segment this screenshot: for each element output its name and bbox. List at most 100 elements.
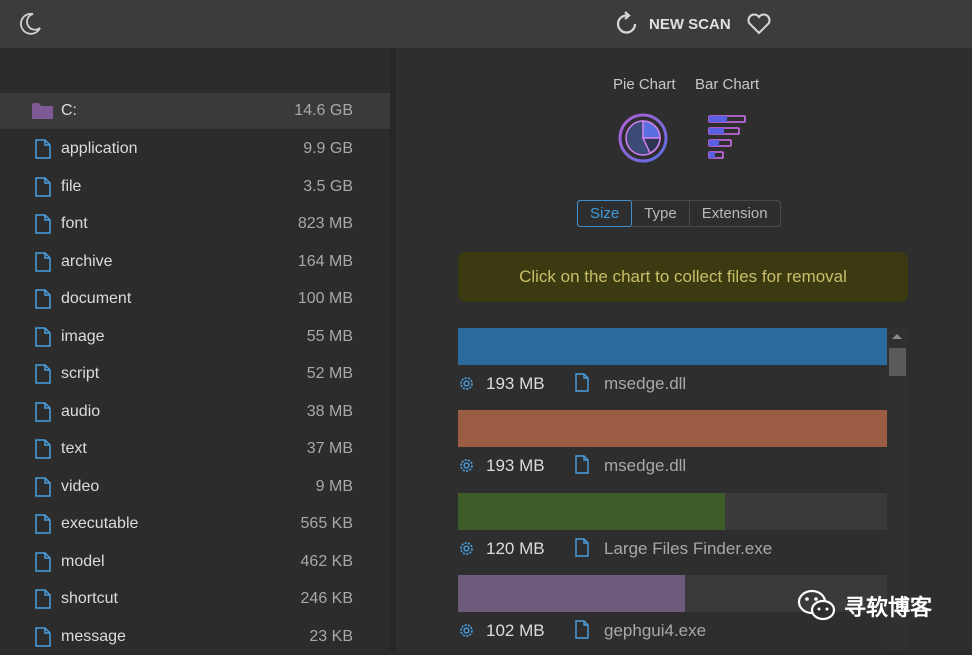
group-by-tabs: Size Type Extension — [577, 200, 781, 227]
pie-chart-label[interactable]: Pie Chart — [613, 76, 676, 93]
tree-item-font[interactable]: font 823 MB — [0, 206, 390, 242]
tree-item-name: executable — [61, 515, 139, 532]
tree-item-size: 565 KB — [300, 515, 353, 532]
tree-item-text[interactable]: text 37 MB — [0, 431, 390, 467]
tree-item-size: 55 MB — [306, 327, 353, 345]
watermark: 寻软博客 — [796, 588, 932, 624]
tab-type[interactable]: Type — [632, 201, 690, 226]
tree-item-size: 9.9 GB — [303, 140, 353, 157]
size-bar[interactable] — [458, 492, 725, 530]
tree-item-script[interactable]: script 52 MB — [0, 356, 390, 392]
file-icon — [575, 455, 589, 474]
file-icon — [35, 139, 51, 159]
tree-item-name: script — [61, 365, 100, 382]
scroll-up-arrow[interactable] — [892, 334, 902, 339]
file-icon — [575, 373, 589, 392]
gear-icon[interactable] — [458, 622, 475, 639]
size-bar[interactable] — [458, 574, 685, 612]
tree-item-size: 3.5 GB — [303, 177, 353, 195]
tab-extension[interactable]: Extension — [690, 201, 780, 226]
tree-item-name: font — [61, 215, 88, 232]
tree-item-audio[interactable]: audio 38 MB — [0, 394, 390, 430]
new-scan-button[interactable]: NEW SCAN — [613, 8, 731, 40]
tree-item-executable[interactable]: executable 565 KB — [0, 506, 390, 542]
file-icon — [35, 176, 51, 197]
watermark-text: 寻软博客 — [844, 595, 933, 620]
tab-size[interactable]: Size — [577, 200, 633, 227]
file-name: gephgui4.exe — [604, 620, 707, 640]
tree-item-size: 14.6 GB — [294, 102, 353, 119]
tree-item-document[interactable]: document 100 MB — [0, 281, 390, 317]
file-icon — [35, 289, 51, 309]
tree-item-name: audio — [61, 402, 101, 420]
file-item[interactable]: 193 MB msedge.dll — [458, 328, 887, 410]
gear-icon[interactable] — [458, 457, 475, 474]
file-size: 193 MB — [486, 374, 545, 393]
file-icon — [35, 326, 51, 347]
scrollbar-thumb[interactable] — [889, 348, 906, 376]
file-icon — [35, 626, 51, 647]
tree-item-model[interactable]: model 462 KB — [0, 544, 390, 580]
tree-item-name: C: — [61, 102, 77, 119]
folder-icon — [32, 103, 53, 119]
file-name: msedge.dll — [604, 456, 687, 476]
gear-icon[interactable] — [458, 540, 475, 557]
bar-chart-icon[interactable] — [706, 112, 748, 164]
tree-item-shortcut[interactable]: shortcut 246 KB — [0, 581, 390, 617]
tree-item-image[interactable]: image 55 MB — [0, 319, 390, 355]
tree-item-name: application — [61, 140, 138, 157]
file-icon — [35, 251, 51, 272]
tree-item-size: 462 KB — [300, 552, 353, 570]
main-panel: Pie Chart Bar Chart Size Type Extension … — [396, 48, 972, 651]
tree-item-application[interactable]: application 9.9 GB — [0, 131, 390, 167]
file-icon — [35, 551, 51, 572]
removal-notice: Click on the chart to collect files for … — [458, 252, 908, 302]
tree-item-size: 246 KB — [300, 590, 353, 607]
tree-item-name: document — [61, 290, 132, 307]
tree-item-archive[interactable]: archive 164 MB — [0, 244, 390, 280]
tree-item-size: 38 MB — [306, 402, 353, 420]
tree-item-name: archive — [61, 252, 113, 270]
tree-item-name: shortcut — [61, 590, 118, 607]
top-bar: NEW SCAN — [0, 0, 972, 48]
file-item[interactable]: 193 MB msedge.dll — [458, 410, 887, 492]
tree-item-size: 37 MB — [306, 440, 353, 457]
file-type-tree: C: 14.6 GB application 9.9 GB file 3.5 GB fo… — [0, 48, 390, 651]
tree-item-file[interactable]: file 3.5 GB — [0, 169, 390, 205]
tree-item-size: 52 MB — [306, 365, 353, 382]
file-item[interactable]: 120 MB Large Files Finder.exe — [458, 492, 887, 575]
size-bar[interactable] — [458, 410, 887, 448]
tree-item-size: 23 KB — [309, 627, 353, 645]
tree-item-size: 100 MB — [297, 290, 353, 307]
gear-icon[interactable] — [458, 375, 475, 392]
tree-item-size: 164 MB — [297, 252, 353, 270]
file-size: 120 MB — [486, 538, 545, 558]
tree-item-size: 9 MB — [315, 477, 353, 495]
pie-chart-icon[interactable] — [617, 112, 669, 164]
file-name: msedge.dll — [604, 374, 687, 393]
tree-item-name: video — [61, 477, 100, 495]
moon-icon[interactable] — [16, 10, 44, 38]
file-icon — [35, 364, 51, 384]
file-size: 193 MB — [486, 456, 545, 476]
heart-icon[interactable] — [745, 10, 773, 38]
file-icon — [575, 620, 589, 639]
tree-item-name: image — [61, 327, 105, 345]
file-icon — [35, 214, 51, 234]
refresh-icon — [616, 11, 637, 34]
tree-item-name: text — [61, 440, 87, 457]
tree-item-message[interactable]: message 23 KB — [0, 619, 390, 655]
wechat-icon — [797, 589, 836, 621]
size-bar[interactable] — [458, 328, 887, 365]
file-name: Large Files Finder.exe — [604, 538, 773, 558]
tree-item-name: model — [61, 552, 105, 570]
new-scan-label: NEW SCAN — [649, 15, 731, 33]
tree-root-c[interactable]: C: 14.6 GB — [0, 93, 390, 129]
file-icon — [35, 439, 51, 459]
tree-item-name: file — [61, 177, 82, 195]
file-icon — [35, 401, 51, 422]
tree-item-video[interactable]: video 9 MB — [0, 469, 390, 505]
file-icon — [35, 514, 51, 534]
file-icon — [35, 589, 51, 609]
bar-chart-label[interactable]: Bar Chart — [695, 76, 759, 93]
